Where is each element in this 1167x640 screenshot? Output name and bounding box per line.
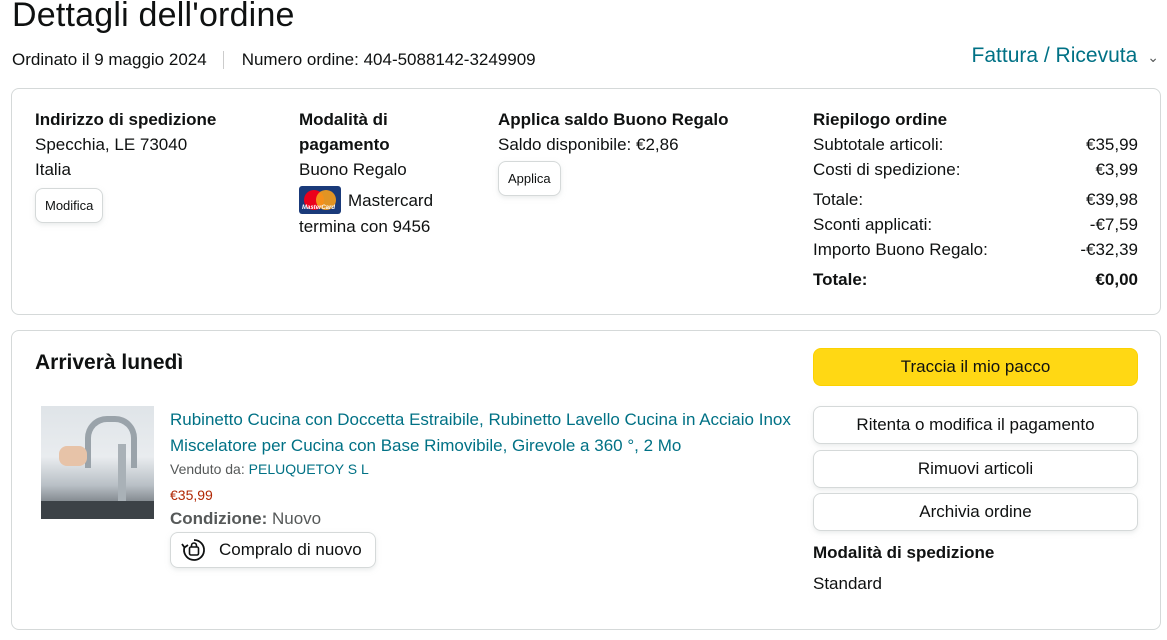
order-details-card: Indirizzo di spedizione Specchia, LE 730… [11,88,1161,315]
summary-label: Totale: [813,190,864,209]
summary-row: Sconti applicati: -€7,59 [813,212,1138,237]
invoice-dropdown[interactable]: Fattura / Ricevuta ⌄ [972,44,1159,68]
order-summary-section: Riepilogo ordine Subtotale articoli: €35… [813,107,1138,292]
order-date: Ordinato il 9 maggio 2024 [12,50,207,69]
buy-again-label: Compralo di nuovo [219,540,362,559]
grand-total-label: Totale: [813,270,868,289]
seller-link[interactable]: PELUQUETOY S L [249,461,369,477]
apply-button[interactable]: Applica [498,161,561,196]
shipping-address-section: Indirizzo di spedizione Specchia, LE 730… [35,107,216,223]
retry-payment-button[interactable]: Ritenta o modifica il pagamento [813,406,1138,444]
shipment-card: Arriverà lunedì Rubinetto Cucina con Doc… [11,330,1161,630]
product-condition: Condizione: Nuovo [170,509,321,529]
order-summary-heading: Riepilogo ordine [813,110,948,129]
summary-label: Subtotale articoli: [813,135,944,154]
summary-row: Subtotale articoli: €35,99 [813,132,1138,157]
divider [222,51,224,69]
card-row: MasterCard Mastercard [299,186,433,214]
archive-order-button[interactable]: Archivia ordine [813,493,1138,531]
payment-method-gift-card: Buono Regalo [299,160,407,179]
gift-card-heading: Applica saldo Buono Regalo [498,110,729,129]
payment-heading-line-1: Modalità di [299,110,388,129]
shipping-method-value: Standard [813,574,882,593]
summary-value: €3,99 [1095,160,1138,179]
grand-total-value: €0,00 [1095,270,1138,289]
gift-card-balance: Saldo disponibile: €2,86 [498,135,679,154]
summary-value: €35,99 [1086,135,1138,154]
summary-label: Costi di spedizione: [813,160,961,179]
product-image[interactable] [41,406,154,519]
summary-row: Importo Buono Regalo: -€32,39 [813,237,1138,262]
product-title-link[interactable]: Rubinetto Cucina con Doccetta Estraibile… [170,407,795,459]
address-line-1: Specchia, LE 73040 [35,135,188,154]
edit-address-button[interactable]: Modifica [35,188,104,223]
chevron-down-icon: ⌄ [1147,48,1159,65]
sold-by-label: Venduto da: [170,461,245,477]
card-ending: termina con 9456 [299,217,431,236]
page-title: Dettagli dell'ordine [12,0,295,34]
condition-label: Condizione: [170,509,268,528]
summary-label: Importo Buono Regalo: [813,240,988,259]
shipping-method-heading: Modalità di spedizione [813,543,995,562]
sold-by: Venduto da: PELUQUETOY S L [170,461,369,477]
card-name: Mastercard [348,190,434,210]
condition-value: Nuovo [272,509,322,528]
summary-value: €39,98 [1086,190,1138,209]
order-number: Numero ordine: 404-5088142-3249909 [241,50,536,69]
invoice-link-label[interactable]: Fattura / Ricevuta [972,44,1138,68]
buy-again-icon [181,539,205,561]
mastercard-logo-icon: MasterCard [299,186,341,214]
payment-section: Modalità di pagamento Buono Regalo Maste… [299,107,433,239]
remove-items-button[interactable]: Rimuovi articoli [813,450,1138,488]
summary-value: -€32,39 [1080,240,1138,259]
address-line-2: Italia [35,160,71,179]
summary-value: -€7,59 [1089,215,1138,234]
summary-row: Costi di spedizione: €3,99 [813,157,1138,182]
gift-card-section: Applica saldo Buono Regalo Saldo disponi… [498,107,728,196]
track-package-button[interactable]: Traccia il mio pacco [813,348,1138,386]
summary-row: Totale: €39,98 [813,187,1138,212]
summary-label: Sconti applicati: [813,215,933,234]
payment-heading-line-2: pagamento [299,135,390,154]
arrival-status: Arriverà lunedì [35,351,184,374]
grand-total-row: Totale: €0,00 [813,267,1138,292]
shipping-address-heading: Indirizzo di spedizione [35,110,217,129]
buy-again-button[interactable]: Compralo di nuovo [170,532,376,568]
product-price: €35,99 [170,487,213,503]
order-meta: Ordinato il 9 maggio 2024 Numero ordine:… [12,50,536,70]
